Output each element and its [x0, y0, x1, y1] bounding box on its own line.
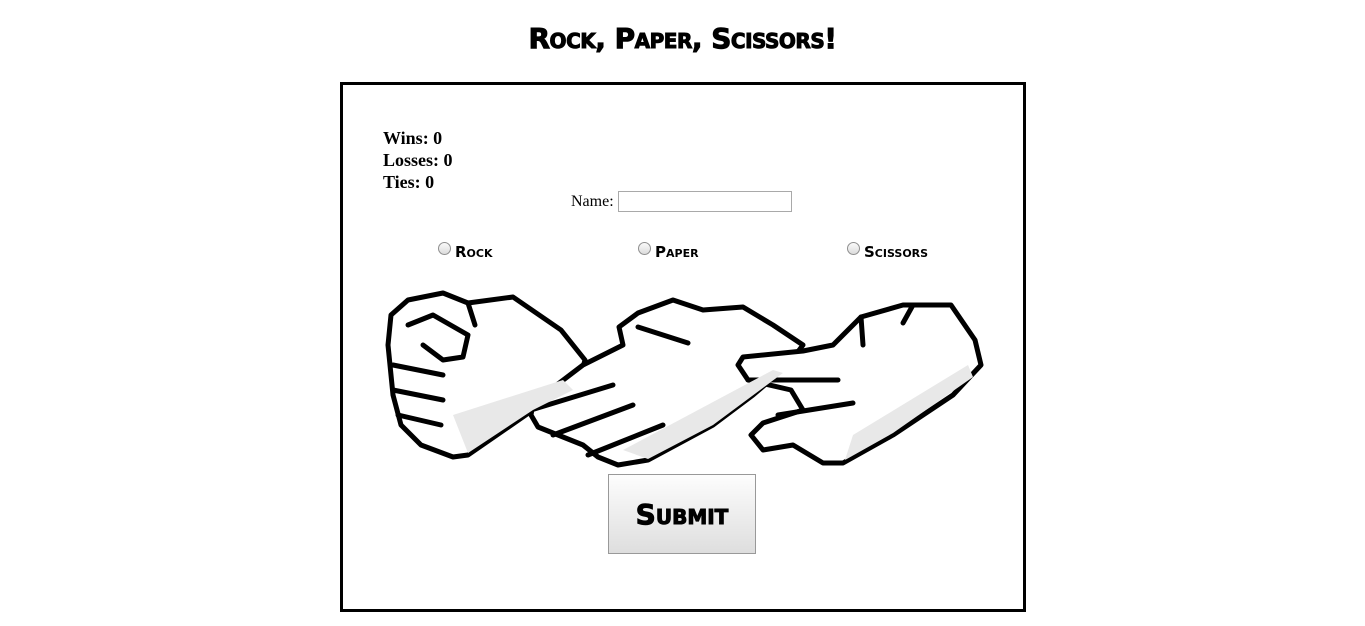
name-row: Name: — [571, 191, 792, 212]
page-title: Rock, Paper, Scissors! — [528, 22, 838, 56]
choice-rock[interactable]: Rock — [438, 241, 493, 261]
choice-rock-label: Rock — [455, 243, 493, 261]
choice-scissors-label: Scissors — [864, 243, 929, 261]
ties-count: Ties: 0 — [383, 172, 435, 192]
losses-count: Losses: 0 — [383, 150, 453, 170]
choice-paper[interactable]: Paper — [638, 241, 699, 261]
choice-paper-label: Paper — [655, 243, 699, 261]
scoreboard: Wins: 0 Losses: 0 Ties: 0 — [383, 127, 453, 193]
name-input[interactable] — [617, 191, 792, 212]
submit-button[interactable]: Submit — [608, 474, 756, 554]
scissors-radio[interactable] — [847, 241, 860, 255]
rock-radio[interactable] — [438, 241, 451, 255]
name-label: Name: — [571, 192, 614, 210]
paper-radio[interactable] — [638, 241, 651, 255]
game-panel: Wins: 0 Losses: 0 Ties: 0 Name: Rock Pap… — [340, 82, 1026, 612]
wins-count: Wins: 0 — [383, 128, 443, 148]
choice-scissors[interactable]: Scissors — [847, 241, 929, 261]
rock-paper-scissors-hands-icon — [385, 290, 984, 468]
